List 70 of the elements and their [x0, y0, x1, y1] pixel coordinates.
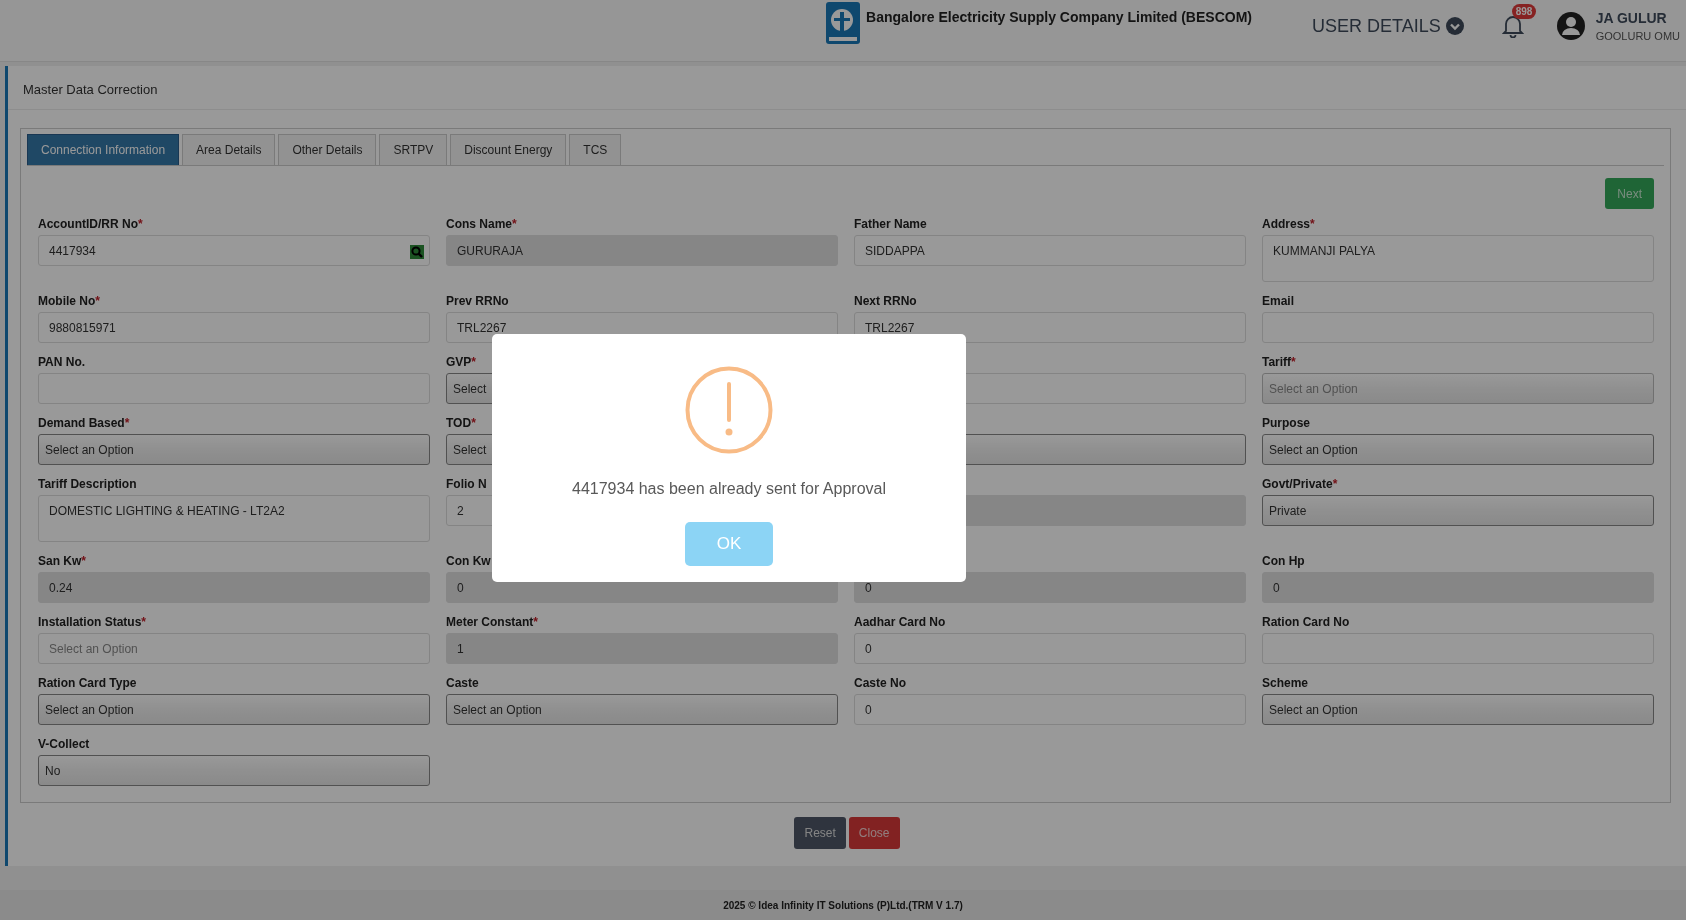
dialog-message: 4417934 has been already sent for Approval [572, 480, 886, 498]
field-label: Tariff Description [38, 477, 137, 491]
field-label: Tariff* [1262, 355, 1296, 369]
tab[interactable]: Area Details [182, 134, 276, 165]
avatar-icon[interactable] [1555, 11, 1586, 41]
select-field[interactable]: Private [1262, 495, 1654, 526]
field-label: Prev RRNo [446, 294, 509, 308]
field-label: Caste No [854, 676, 906, 690]
field-label: Mobile No* [38, 294, 100, 308]
field-label: Address* [1262, 217, 1315, 231]
field-label: San Kw* [38, 554, 86, 568]
input-field: 0.24 [38, 572, 430, 603]
chevron-down-icon [1445, 17, 1464, 35]
field-label: Installation Status* [38, 615, 147, 629]
select-field[interactable]: Select an Option [38, 694, 430, 725]
search-icon[interactable] [410, 245, 424, 259]
input-field[interactable]: 0 [854, 633, 1246, 664]
tab[interactable]: Discount Energy [450, 134, 567, 165]
select-field[interactable]: Select an Option [446, 694, 838, 725]
input-field[interactable]: 0 [854, 694, 1246, 725]
field-label: Caste [446, 676, 479, 690]
user-details-menu[interactable]: USER DETAILS [1311, 15, 1464, 37]
field-label: Con Hp [1262, 554, 1305, 568]
field-label: PAN No. [38, 355, 86, 369]
input-field[interactable]: Select an Option [38, 633, 430, 664]
select-field[interactable]: No [38, 755, 430, 786]
field-label: TOD* [446, 416, 476, 430]
field-label: Father Name [854, 217, 927, 231]
field-label: Cons Name* [446, 217, 517, 231]
field-label: Govt/Private* [1262, 477, 1338, 491]
input-field[interactable]: 4417934 [38, 235, 430, 266]
tab[interactable]: SRTPV [379, 134, 448, 165]
field-label: Ration Card Type [38, 676, 137, 690]
input-field: 0 [1262, 572, 1654, 603]
page-title: Master Data Correction [23, 81, 158, 97]
select-field[interactable]: Select an Option [38, 434, 430, 465]
field-label: Scheme [1262, 676, 1309, 690]
field-label: Aadhar Card No [854, 615, 946, 629]
copyright-text: 2025 © Idea Infinity IT Solutions (P)Ltd.(TRM V 1.7) [723, 899, 963, 911]
tab[interactable]: Other Details [278, 134, 377, 165]
select-field[interactable]: Select an Option [1262, 434, 1654, 465]
field-label: Folio N [446, 477, 487, 491]
reset-button[interactable]: Reset [794, 817, 846, 849]
input-field[interactable]: 9880815971 [38, 312, 430, 343]
field-label: AccountID/RR No* [38, 217, 143, 231]
tab[interactable]: Connection Information [27, 134, 180, 165]
field-label: Demand Based* [38, 416, 130, 430]
notification-badge: 898 [1511, 4, 1537, 19]
input-field: 1 [446, 633, 838, 664]
field-label: Meter Constant* [446, 615, 538, 629]
field-label: V-Collect [38, 737, 90, 751]
field-label: GVP* [446, 355, 476, 369]
input-field: GURURAJA [446, 235, 838, 266]
bell-icon[interactable] [1501, 14, 1524, 38]
text-area[interactable]: DOMESTIC LIGHTING & HEATING - LT2A2 [38, 495, 430, 542]
select-field[interactable]: Select an Option [1262, 694, 1654, 725]
input-field[interactable]: SIDDAPPA [854, 235, 1246, 266]
field-label: Ration Card No [1262, 615, 1350, 629]
input-field: 0 [854, 572, 1246, 603]
field-label: Purpose [1262, 416, 1310, 430]
user-location: GOOLURU OMU [1595, 30, 1680, 42]
company-name: Bangalore Electricity Supply Company Limited (BESCOM) [866, 8, 1252, 25]
user-name: JA GULUR [1595, 10, 1668, 26]
field-label: Email [1262, 294, 1294, 308]
text-area[interactable]: KUMMANJI PALYA [1262, 235, 1654, 282]
field-label: Con Kw [446, 554, 491, 568]
tab[interactable]: TCS [569, 134, 622, 165]
field-label: Next RRNo [854, 294, 917, 308]
warning-icon [685, 366, 773, 454]
input-field[interactable]: TRL2267 [854, 312, 1246, 343]
